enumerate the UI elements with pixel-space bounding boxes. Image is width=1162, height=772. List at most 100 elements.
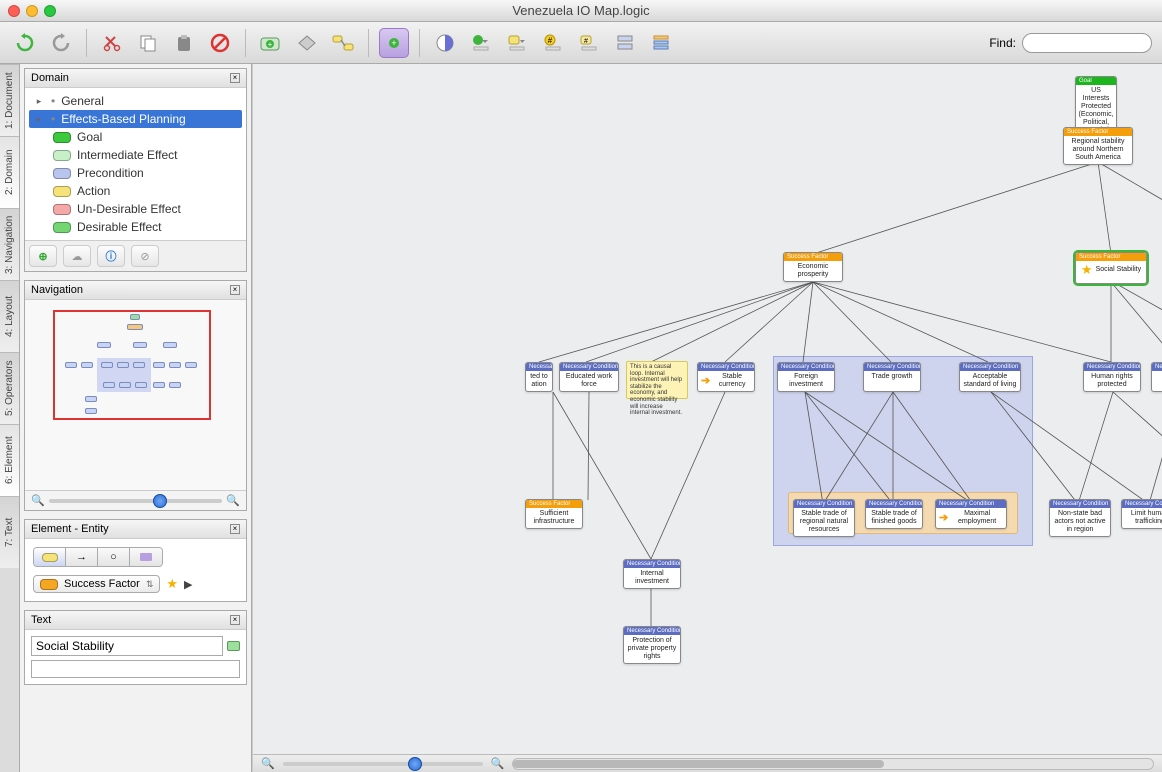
copy-button[interactable] (133, 28, 163, 58)
node-header: Necessary Condition (778, 363, 834, 371)
star-icon[interactable]: ★ (166, 576, 178, 592)
domain-info-button[interactable]: ⓘ (97, 245, 125, 267)
canvas-node-nc-living[interactable]: Necessary ConditionAcceptable standard o… (959, 362, 1021, 392)
sidebar: Domain × ▸•General▸•Effects-Based Planni… (20, 64, 252, 772)
text-color-swatch[interactable] (227, 641, 240, 651)
canvas-node-nc-nonstate[interactable]: Necessary ConditionNon-state bad actors … (1049, 499, 1111, 537)
canvas-node-nc-curr[interactable]: Necessary Condition➔Stable currency (697, 362, 755, 392)
element-mode-rect[interactable] (130, 548, 162, 566)
text-panel-close[interactable]: × (230, 615, 240, 625)
canvas-node-nc-internal[interactable]: Necessary ConditionInternal investment (623, 559, 681, 589)
find-label: Find: (989, 36, 1016, 50)
canvas-node-nc-hr[interactable]: Necessary ConditionHuman rights protecte… (1083, 362, 1141, 392)
canvas-node-nc-trunc[interactable]: Necessary Conditionted to ation (525, 362, 553, 392)
relation-icon (332, 34, 354, 52)
canvas-node-nc-goods[interactable]: Necessary ConditionStable trade of finis… (865, 499, 923, 529)
node-header: Success Factor (784, 253, 842, 261)
delete-button[interactable] (205, 28, 235, 58)
domain-tree-item[interactable]: ▸•Effects-Based Planning (29, 110, 242, 128)
canvas-zoom-out-icon[interactable]: 🔍 (261, 757, 275, 770)
navigation-panel-close[interactable]: × (230, 285, 240, 295)
canvas-node-nc-edu[interactable]: Necessary ConditionEducated work force (559, 362, 619, 392)
canvas-zoom-in-icon[interactable]: 🔍 (491, 757, 505, 770)
domain-tree-item[interactable]: ▸•General (29, 92, 242, 110)
layout-1-icon (616, 34, 634, 52)
domain-tree-item[interactable]: Action (29, 182, 242, 200)
domain-tree-item[interactable]: Intermediate Effect (29, 146, 242, 164)
text-title-input[interactable] (31, 636, 223, 656)
canvas-area[interactable]: This is a causal loop. Internal investme… (252, 64, 1162, 772)
element-mode-arrow[interactable]: → (66, 548, 98, 566)
canvas-note[interactable]: This is a causal loop. Internal investme… (626, 361, 688, 399)
color-button[interactable] (430, 28, 460, 58)
canvas-node-sf-infra[interactable]: Success FactorSufficient infrastructure (525, 499, 583, 529)
navigation-zoom-slider[interactable]: 🔍 🔍 (25, 490, 246, 510)
canvas-node-sf-region[interactable]: Success FactorRegional stability around … (1063, 127, 1133, 165)
canvas-node-nc-trade[interactable]: Necessary ConditionTrade growth (863, 362, 921, 392)
chevron-right-icon[interactable]: ▶ (184, 578, 192, 591)
element-type-selector[interactable]: Success Factor ⇅ (33, 575, 160, 593)
domain-disable-button[interactable]: ⊘ (131, 245, 159, 267)
add-entity-button[interactable]: + (256, 28, 286, 58)
node-body: Stable trade of finished goods (866, 508, 922, 528)
vtab-document[interactable]: 1: Document (0, 64, 19, 136)
element-mode-segmented[interactable]: → ○ (33, 547, 163, 567)
cut-button[interactable] (97, 28, 127, 58)
domain-tree-item[interactable]: Goal (29, 128, 242, 146)
layout-1-button[interactable] (610, 28, 640, 58)
zoom-out-icon[interactable]: 🔍 (31, 494, 45, 507)
dropdown-arrows-icon: ⇅ (146, 579, 154, 590)
add-junctor-button[interactable] (292, 28, 322, 58)
vtab-element[interactable]: 6: Element (0, 424, 19, 496)
redo-icon (51, 33, 71, 53)
canvas-node-nc-proprights[interactable]: Necessary ConditionProtection of private… (623, 626, 681, 664)
layout-2-button[interactable] (646, 28, 676, 58)
canvas-hscrollbar[interactable] (512, 758, 1154, 770)
vtab-operators[interactable]: 5: Operators (0, 352, 19, 424)
add-relation-button[interactable] (328, 28, 358, 58)
canvas-zoom-slider[interactable] (283, 762, 483, 766)
canvas-node-nc-employ[interactable]: Necessary Condition➔Maximal employment (935, 499, 1007, 529)
paste-button[interactable] (169, 28, 199, 58)
find-input[interactable] (1022, 33, 1152, 53)
element-panel: Element - Entity × → ○ Success Factor (24, 519, 247, 602)
tag-button[interactable]: # (538, 28, 568, 58)
add-group-button[interactable]: + (379, 28, 409, 58)
domain-tree-item[interactable]: Un-Desirable Effect (29, 200, 242, 218)
navigation-minimap[interactable] (25, 300, 246, 490)
canvas-node-nc-foreign[interactable]: Necessary ConditionForeign investment (777, 362, 835, 392)
domain-add-button[interactable]: ⊕ (29, 245, 57, 267)
node-body: Sufficient infrastructure (526, 508, 582, 528)
node-body: ➔Stable currency (698, 371, 754, 391)
domain-tree-label: Action (77, 184, 110, 198)
vtab-domain[interactable]: 2: Domain (0, 136, 19, 208)
vtab-navigation[interactable]: 3: Navigation (0, 208, 19, 280)
canvas-node-nc-natres[interactable]: Necessary ConditionStable trade of regio… (793, 499, 855, 537)
element-mode-circle[interactable]: ○ (98, 548, 130, 566)
vtab-layout[interactable]: 4: Layout (0, 280, 19, 352)
undo-button[interactable] (10, 28, 40, 58)
arrow-icon: ➔ (701, 375, 710, 388)
flag-green-button[interactable] (466, 28, 496, 58)
flag-yellow-button[interactable] (502, 28, 532, 58)
canvas-node-nc-traffic[interactable]: Necessary ConditionLimit human trafficki… (1121, 499, 1162, 529)
domain-link-button[interactable]: ☁ (63, 245, 91, 267)
element-mode-fill[interactable] (34, 548, 66, 566)
domain-panel-close[interactable]: × (230, 73, 240, 83)
vtab-text[interactable]: 7: Text (0, 496, 19, 568)
clipboard-icon (175, 34, 193, 52)
canvas-node-nc-freedom[interactable]: Necessary ConditionFreedom of movement (1151, 362, 1162, 392)
text-notes-input[interactable] (31, 660, 240, 678)
domain-tree-item[interactable]: Desirable Effect (29, 218, 242, 236)
tag-rect-button[interactable]: # (574, 28, 604, 58)
domain-tree-item[interactable]: Precondition (29, 164, 242, 182)
redo-button[interactable] (46, 28, 76, 58)
domain-tree-label: Un-Desirable Effect (77, 202, 181, 216)
swatch-icon (53, 150, 71, 161)
canvas-node-sf-econ[interactable]: Success FactorEconomic prosperity (783, 252, 843, 282)
canvas-node-sf-social[interactable]: Success Factor★Social Stability (1075, 252, 1147, 284)
window-title: Venezuela IO Map.logic (0, 3, 1162, 18)
zoom-in-icon[interactable]: 🔍 (226, 494, 240, 507)
element-panel-close[interactable]: × (230, 524, 240, 534)
node-body: Stable trade of regional natural resourc… (794, 508, 854, 536)
